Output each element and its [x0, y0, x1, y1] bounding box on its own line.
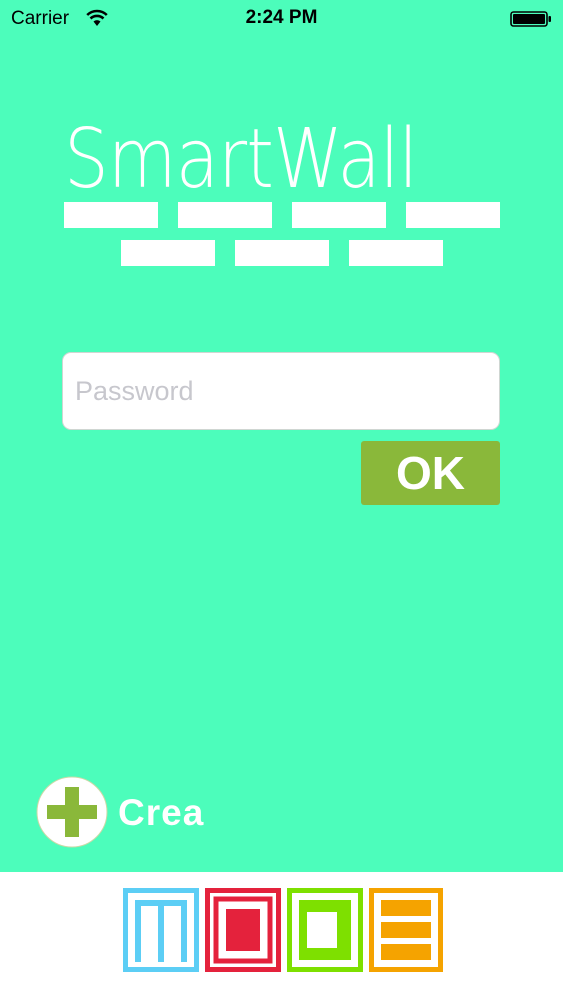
app-screen: Carrier 2:24 PM SmartWall OK Crea: [0, 0, 563, 1000]
logo-o-block: [205, 888, 281, 972]
logo-m-block: [123, 888, 199, 972]
bottom-bar: [0, 872, 563, 1000]
logo-brick: [178, 202, 272, 228]
password-input[interactable]: [62, 352, 500, 430]
status-bar: Carrier 2:24 PM: [0, 0, 563, 38]
logo-e-block: [369, 888, 443, 972]
ok-button[interactable]: OK: [361, 441, 500, 505]
logo-brick: [235, 240, 329, 266]
plus-icon: [36, 776, 108, 848]
app-title: SmartWall: [64, 112, 418, 207]
create-button[interactable]: Crea: [36, 776, 236, 848]
mode-logo: [123, 888, 443, 972]
main-area: Carrier 2:24 PM SmartWall OK Crea: [0, 0, 563, 872]
status-time: 2:24 PM: [245, 7, 318, 28]
logo-brick: [64, 202, 158, 228]
logo-brick: [406, 202, 500, 228]
logo-brick: [121, 240, 215, 266]
logo-brick: [349, 240, 443, 266]
logo-d-block: [287, 888, 363, 972]
battery-icon: [510, 11, 551, 27]
create-label: Crea: [118, 792, 205, 833]
logo-brick: [292, 202, 386, 228]
